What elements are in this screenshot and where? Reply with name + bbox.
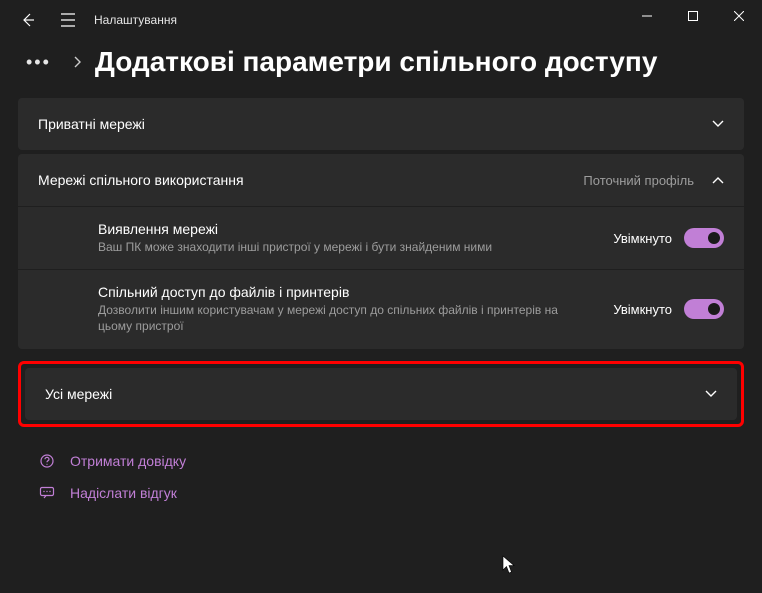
setting-description: Дозволити іншим користувачам у мережі до… <box>98 302 593 334</box>
setting-description: Ваш ПК може знаходити інші пристрої у ме… <box>98 239 593 255</box>
breadcrumb-overflow-button[interactable]: ••• <box>18 48 59 77</box>
feedback-icon <box>38 485 56 501</box>
all-networks-panel[interactable]: Усі мережі <box>25 368 737 420</box>
back-button[interactable] <box>8 0 48 40</box>
content: Приватні мережі Мережі спільного викорис… <box>0 98 762 501</box>
window-controls <box>624 0 762 32</box>
footer-links: Отримати довідку Надіслати відгук <box>18 427 744 501</box>
network-discovery-row: Виявлення мережі Ваш ПК може знаходити і… <box>18 206 744 269</box>
shared-networks-panel-header[interactable]: Мережі спільного використання Поточний п… <box>18 154 744 206</box>
setting-title: Виявлення мережі <box>98 221 593 237</box>
setting-title: Спільний доступ до файлів і принтерів <box>98 284 593 300</box>
toggle-state-label: Увімкнуто <box>613 231 672 246</box>
cursor-icon <box>502 555 516 575</box>
panel-title: Усі мережі <box>45 386 112 402</box>
minimize-button[interactable] <box>624 0 670 32</box>
chevron-down-icon <box>712 120 724 128</box>
page-title: Додаткові параметри спільного доступу <box>95 46 658 78</box>
get-help-link[interactable]: Отримати довідку <box>38 453 724 469</box>
panel-title: Мережі спільного використання <box>38 172 244 188</box>
file-printer-sharing-toggle[interactable] <box>684 299 724 319</box>
current-profile-badge: Поточний профіль <box>583 173 694 188</box>
file-printer-sharing-row: Спільний доступ до файлів і принтерів До… <box>18 269 744 348</box>
breadcrumb: ••• Додаткові параметри спільного доступ… <box>0 40 762 98</box>
private-networks-panel[interactable]: Приватні мережі <box>18 98 744 150</box>
all-networks-highlight: Усі мережі <box>18 361 744 427</box>
toggle-state-label: Увімкнуто <box>613 302 672 317</box>
panel-title: Приватні мережі <box>38 116 145 132</box>
help-icon <box>38 453 56 469</box>
hamburger-menu-button[interactable] <box>48 0 88 40</box>
link-label: Отримати довідку <box>70 453 186 469</box>
send-feedback-link[interactable]: Надіслати відгук <box>38 485 724 501</box>
chevron-down-icon <box>705 390 717 398</box>
chevron-right-icon <box>73 56 81 68</box>
maximize-button[interactable] <box>670 0 716 32</box>
chevron-up-icon <box>712 176 724 184</box>
network-discovery-toggle[interactable] <box>684 228 724 248</box>
app-title: Налаштування <box>94 13 177 27</box>
close-button[interactable] <box>716 0 762 32</box>
link-label: Надіслати відгук <box>70 485 177 501</box>
